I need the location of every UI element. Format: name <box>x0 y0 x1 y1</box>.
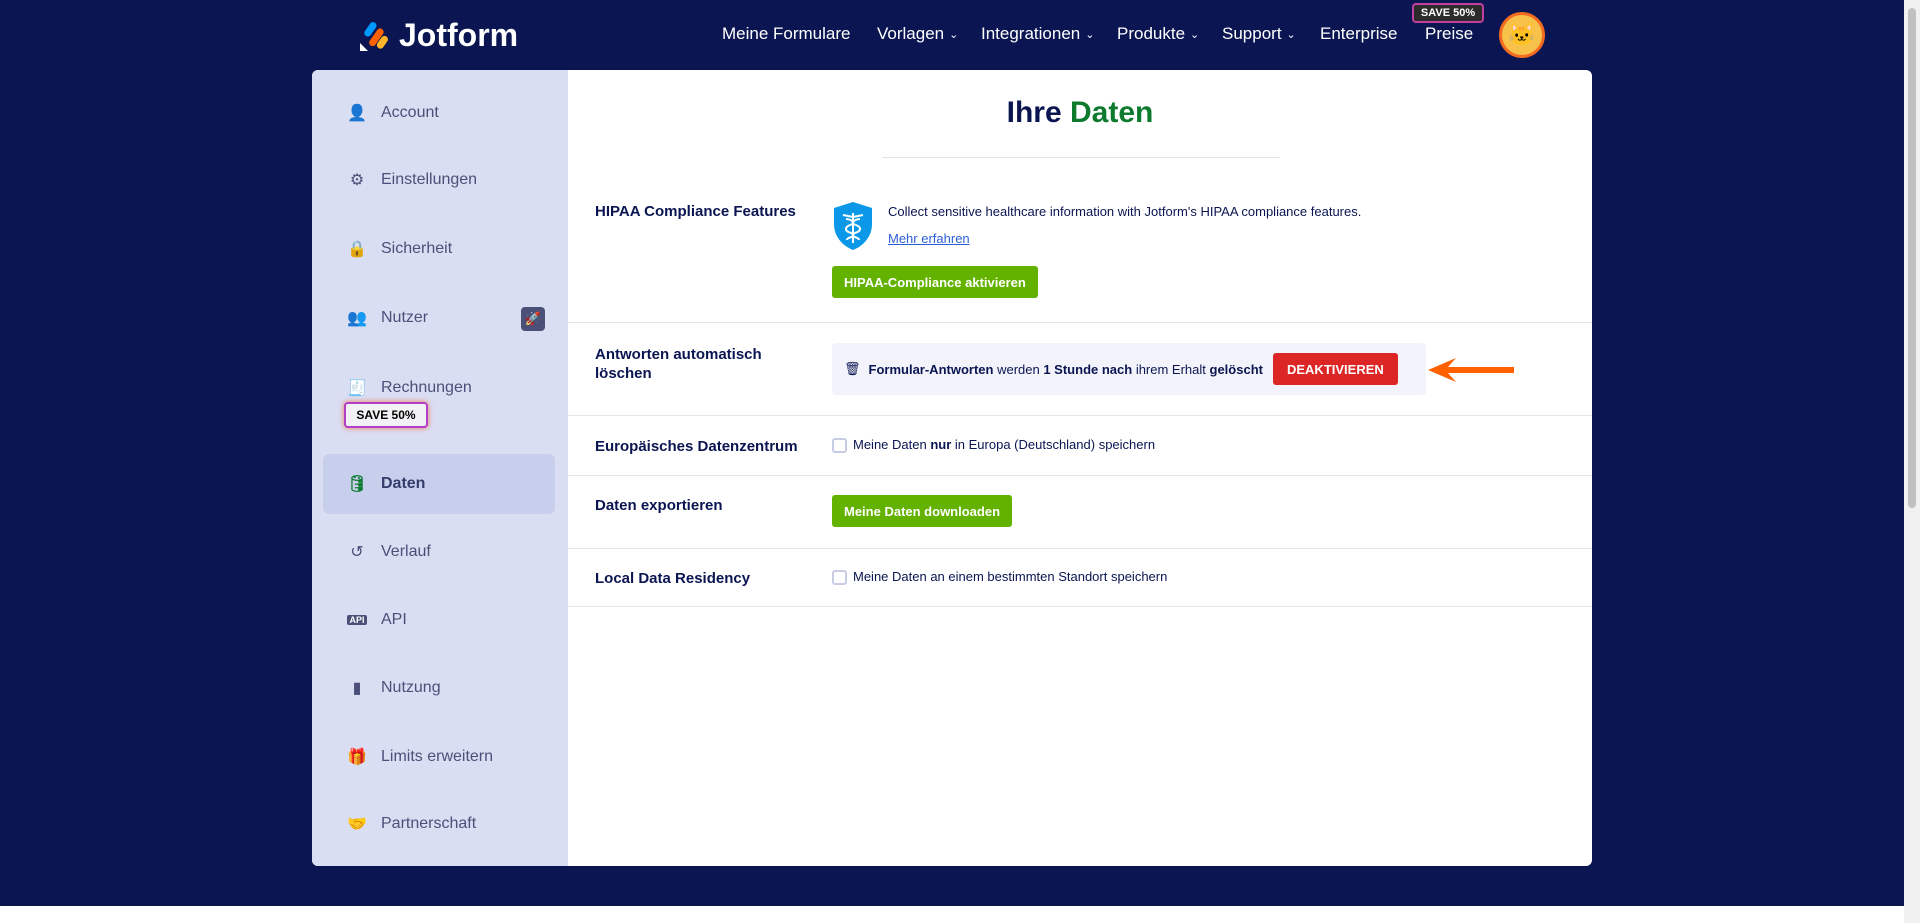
hipaa-label: HIPAA Compliance Features <box>595 203 796 220</box>
chevron-down-icon: ⌄ <box>1085 28 1095 41</box>
sidebar-item-limits-erweitern[interactable]: 🎁 Limits erweitern <box>323 727 555 787</box>
nav-produkte[interactable]: Produkte ⌄ <box>1117 24 1199 44</box>
mehr-erfahren-link[interactable]: Mehr erfahren <box>888 231 970 246</box>
sidebar-item-nutzung[interactable]: ▮ Nutzung <box>323 658 555 718</box>
save-badge[interactable]: SAVE 50% <box>1412 3 1484 23</box>
checkbox[interactable] <box>832 570 847 586</box>
trash-clock-icon: 🗑 <box>844 361 861 376</box>
jotform-logo[interactable]: Jotform <box>359 17 518 54</box>
local-residency-label: Local Data Residency <box>595 570 751 587</box>
sidebar-item-daten[interactable]: 🛢 Daten <box>323 454 555 514</box>
chevron-down-icon: ⌄ <box>1286 28 1296 41</box>
deactivate-button[interactable]: DEAKTIVIEREN <box>1272 353 1398 385</box>
sidebar-item-sicherheit[interactable]: 🔒 Sicherheit <box>323 219 555 279</box>
sidebar-item-nutzer[interactable]: 👥 Nutzer 🚀 <box>323 288 555 348</box>
history-icon: ↺ <box>350 544 364 561</box>
page-title: Ihre Daten <box>1006 96 1154 129</box>
sidebar-item-account[interactable]: 👤 Account <box>323 83 555 143</box>
download-data-button[interactable]: Meine Daten downloaden <box>832 495 1013 527</box>
eu-datacenter-row: Europäisches Datenzentrum Meine Daten nu… <box>568 416 1592 476</box>
nav-meine-formulare[interactable]: Meine Formulare <box>722 24 851 44</box>
main-content: Ihre Daten HIPAA Compliance Features Col… <box>568 70 1592 866</box>
save-badge-sidebar[interactable]: SAVE 50% <box>344 402 428 428</box>
lock-icon: 🔒 <box>347 241 367 258</box>
jotform-logo-icon <box>360 21 388 51</box>
users-icon: 👥 <box>347 310 367 327</box>
user-icon: 👤 <box>347 105 367 122</box>
eu-datacenter-label: Europäisches Datenzentrum <box>595 438 798 455</box>
hipaa-activate-button[interactable]: HIPAA-Compliance aktivieren <box>832 266 1038 298</box>
title-divider <box>882 157 1280 158</box>
sidebar-item-api[interactable]: API API <box>323 590 555 650</box>
sidebar-item-partnerschaft[interactable]: 🤝 Partnerschaft <box>323 794 555 854</box>
sidebar-item-einstellungen[interactable]: ⚙ Einstellungen <box>323 150 555 210</box>
hipaa-row: HIPAA Compliance Features Collect sensit… <box>568 168 1592 323</box>
eu-datacenter-checkbox[interactable]: Meine Daten nur in Europa (Deutschland) … <box>832 437 1155 454</box>
settings-card: 👤 Account ⚙ Einstellungen 🔒 Sicherheit 👥 Nut… <box>312 70 1592 866</box>
chevron-down-icon: ⌄ <box>1190 28 1200 41</box>
gear-icon: ⚙ <box>349 172 365 189</box>
checkbox[interactable] <box>832 438 847 454</box>
sidebar: 👤 Account ⚙ Einstellungen 🔒 Sicherheit 👥 Nut… <box>312 70 568 866</box>
rocket-icon: 🚀 <box>521 307 545 331</box>
export-row: Daten exportieren Meine Daten downloaden <box>568 476 1592 549</box>
nav-preise[interactable]: Preise <box>1425 24 1473 44</box>
handshake-icon: 🤝 <box>347 816 367 833</box>
user-avatar[interactable]: 🐱 <box>1499 12 1545 58</box>
database-icon: 🛢 <box>347 476 368 493</box>
auto-delete-label: Antworten automatisch löschen <box>595 346 762 382</box>
local-residency-checkbox[interactable]: Meine Daten an einem bestimmten Standort… <box>832 569 1167 586</box>
scrollbar-thumb[interactable] <box>1908 8 1916 508</box>
nav-integrationen[interactable]: Integrationen ⌄ <box>981 24 1094 44</box>
sidebar-item-verlauf[interactable]: ↺ Verlauf <box>323 522 555 582</box>
chevron-down-icon: ⌄ <box>949 28 959 41</box>
bar-chart-icon: ▮ <box>352 680 362 697</box>
nav-enterprise[interactable]: Enterprise <box>1320 24 1397 44</box>
invoice-icon: 🧾 <box>347 380 367 397</box>
hipaa-shield-icon <box>834 202 872 250</box>
hipaa-description: Collect sensitive healthcare information… <box>888 204 1362 219</box>
logo-text: Jotform <box>399 17 519 53</box>
gift-icon: 🎁 <box>347 749 367 766</box>
arrow-annotation-icon <box>1428 358 1514 382</box>
auto-delete-info: 🗑 Formular-Antworten werden 1 Stunde nac… <box>832 343 1426 395</box>
nav-support[interactable]: Support ⌄ <box>1222 24 1296 44</box>
local-residency-row: Local Data Residency Meine Daten an eine… <box>568 549 1592 607</box>
export-label: Daten exportieren <box>595 497 723 514</box>
scrollbar[interactable] <box>1904 0 1920 923</box>
api-icon: API <box>347 615 367 625</box>
nav-vorlagen[interactable]: Vorlagen ⌄ <box>877 24 958 44</box>
